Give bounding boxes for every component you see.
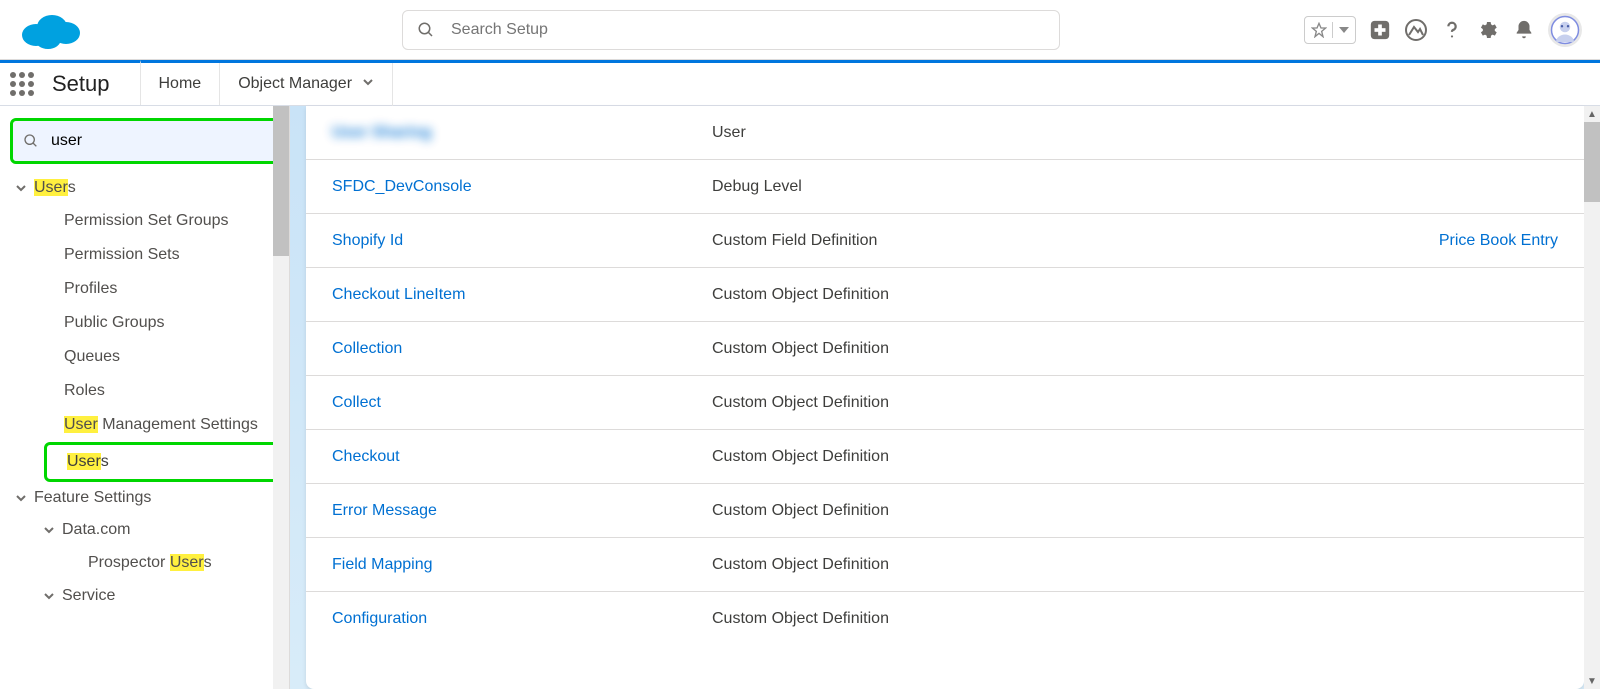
body: Users Permission Set Groups Permission S… xyxy=(0,106,1600,689)
chevron-down-icon xyxy=(12,492,30,504)
result-object-link[interactable]: Price Book Entry xyxy=(1439,232,1558,249)
result-type: Custom Object Definition xyxy=(712,556,1378,574)
app-name: Setup xyxy=(52,63,110,105)
star-icon xyxy=(1311,22,1327,38)
result-link[interactable]: Checkout LineItem xyxy=(332,286,465,303)
global-search[interactable] xyxy=(402,10,1060,50)
window-scrollbar[interactable]: ▲ ▼ xyxy=(1584,106,1600,689)
tree-leaf-roles[interactable]: Roles xyxy=(8,374,281,408)
result-link[interactable]: Checkout xyxy=(332,448,400,465)
chevron-down-icon xyxy=(1339,25,1349,35)
result-link[interactable]: SFDC_DevConsole xyxy=(332,178,472,195)
result-type: User xyxy=(712,124,1378,142)
scroll-up-arrow[interactable]: ▲ xyxy=(1584,106,1600,122)
table-row: Collection Custom Object Definition xyxy=(306,322,1584,376)
results-card: User Sharing User SFDC_DevConsole Debug … xyxy=(306,106,1584,689)
result-type: Debug Level xyxy=(712,178,1378,196)
tree-node-datacom[interactable]: Data.com xyxy=(8,514,281,546)
add-global-action-icon[interactable] xyxy=(1368,18,1392,42)
tree-leaf-public-groups[interactable]: Public Groups xyxy=(8,306,281,340)
quick-find-input[interactable] xyxy=(49,131,266,151)
result-link[interactable]: Shopify Id xyxy=(332,232,403,249)
table-row: Collect Custom Object Definition xyxy=(306,376,1584,430)
scroll-thumb[interactable] xyxy=(1584,122,1600,202)
table-row: Field Mapping Custom Object Definition xyxy=(306,538,1584,592)
table-row: Shopify Id Custom Field Definition Price… xyxy=(306,214,1584,268)
header-actions xyxy=(1304,13,1582,47)
result-type: Custom Object Definition xyxy=(712,340,1378,358)
highlight: User xyxy=(64,416,98,433)
result-type: Custom Field Definition xyxy=(712,232,1378,250)
result-link[interactable]: Error Message xyxy=(332,502,437,519)
user-avatar[interactable] xyxy=(1548,13,1582,47)
chevron-down-icon xyxy=(40,524,58,536)
scroll-down-arrow[interactable]: ▼ xyxy=(1584,673,1600,689)
highlight: User xyxy=(67,453,101,470)
tree-node-users[interactable]: Users xyxy=(8,172,281,204)
setup-tree: Users Permission Set Groups Permission S… xyxy=(8,172,281,612)
tree-leaf-users[interactable]: Users xyxy=(8,442,281,482)
chevron-right-icon xyxy=(40,590,58,602)
result-link[interactable]: User Sharing xyxy=(332,124,432,141)
result-type: Custom Object Definition xyxy=(712,448,1378,466)
tree-leaf-queues[interactable]: Queues xyxy=(8,340,281,374)
result-type: Custom Object Definition xyxy=(712,610,1378,628)
context-nav: Setup Home Object Manager xyxy=(0,60,1600,106)
bell-icon[interactable] xyxy=(1512,18,1536,42)
result-link[interactable]: Configuration xyxy=(332,610,427,627)
search-icon xyxy=(23,133,39,149)
favorites-button[interactable] xyxy=(1304,16,1356,44)
result-type: Custom Object Definition xyxy=(712,394,1378,412)
table-row: Checkout LineItem Custom Object Definiti… xyxy=(306,268,1584,322)
tree-node-feature-settings[interactable]: Feature Settings xyxy=(8,482,281,514)
tree-leaf-user-management-settings[interactable]: User Management Settings xyxy=(8,408,281,442)
tree-node-service[interactable]: Service xyxy=(8,580,281,612)
global-header xyxy=(0,0,1600,60)
result-type: Custom Object Definition xyxy=(712,502,1378,520)
chevron-down-icon xyxy=(12,182,30,194)
global-search-input[interactable] xyxy=(449,20,1045,40)
tree-leaf-profiles[interactable]: Profiles xyxy=(8,272,281,306)
quick-find[interactable] xyxy=(13,121,276,161)
search-icon xyxy=(417,21,435,39)
main-panel: User Sharing User SFDC_DevConsole Debug … xyxy=(290,106,1600,689)
tree-leaf-permission-set-groups[interactable]: Permission Set Groups xyxy=(8,204,281,238)
help-icon[interactable] xyxy=(1440,18,1464,42)
result-type: Custom Object Definition xyxy=(712,286,1378,304)
tree-leaf-permission-sets[interactable]: Permission Sets xyxy=(8,238,281,272)
tab-home[interactable]: Home xyxy=(140,60,220,105)
setup-sidebar: Users Permission Set Groups Permission S… xyxy=(0,106,290,689)
tab-object-manager[interactable]: Object Manager xyxy=(219,63,392,105)
result-link[interactable]: Collect xyxy=(332,394,381,411)
result-link[interactable]: Field Mapping xyxy=(332,556,433,573)
trailhead-icon[interactable] xyxy=(1404,18,1428,42)
highlight: User xyxy=(170,554,204,571)
tree-leaf-prospector-users[interactable]: Prospector Users xyxy=(8,546,281,580)
salesforce-logo[interactable] xyxy=(18,9,82,51)
table-row: Configuration Custom Object Definition xyxy=(306,592,1584,646)
sidebar-scrollbar[interactable] xyxy=(273,106,289,689)
gear-icon[interactable] xyxy=(1476,18,1500,42)
highlight: User xyxy=(34,179,68,196)
table-row: Error Message Custom Object Definition xyxy=(306,484,1584,538)
table-row: Checkout Custom Object Definition xyxy=(306,430,1584,484)
result-link[interactable]: Collection xyxy=(332,340,402,357)
table-row: SFDC_DevConsole Debug Level xyxy=(306,160,1584,214)
chevron-down-icon xyxy=(362,75,374,93)
table-row: User Sharing User xyxy=(306,106,1584,160)
app-launcher-icon[interactable] xyxy=(0,63,44,105)
